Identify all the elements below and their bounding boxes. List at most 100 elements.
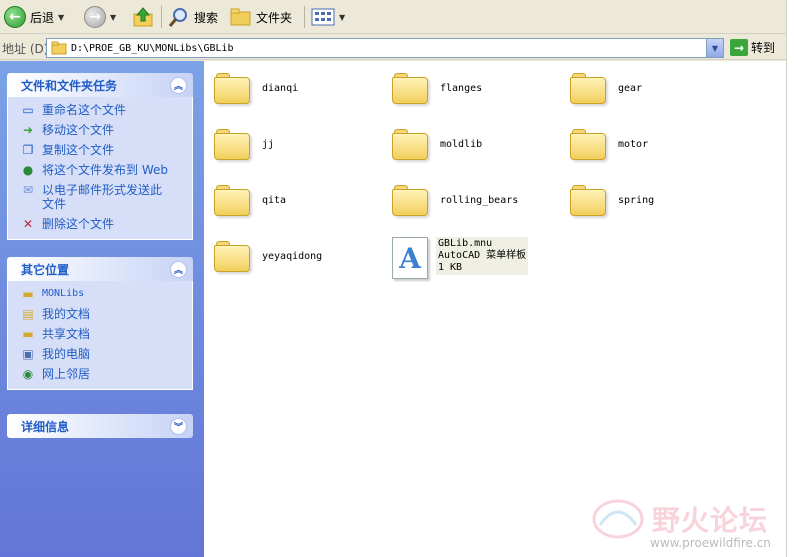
- folder-item[interactable]: gear: [570, 71, 642, 105]
- folders-label: 文件夹: [256, 10, 293, 25]
- task-label: 将这个文件发布到 Web: [42, 163, 168, 177]
- file-tasks-body: ▭ 重命名这个文件 ➜ 移动这个文件 ❐ 复制这个文件 ● 将这个文件发布到 W…: [7, 97, 193, 240]
- forward-dropdown-icon[interactable]: ▼: [110, 13, 116, 22]
- place-monlibs[interactable]: ▬ MONLibs: [20, 287, 192, 301]
- folder-icon: [214, 239, 252, 273]
- back-dropdown-icon[interactable]: ▼: [58, 13, 64, 22]
- file-tasks-panel: 文件和文件夹任务 ︽ ▭ 重命名这个文件 ➜ 移动这个文件 ❐ 复制这个文件 ●…: [7, 73, 193, 240]
- up-folder-button[interactable]: [132, 3, 156, 31]
- file-item-selected[interactable]: A GBLib.mnu AutoCAD 菜单样板 1 KB: [392, 237, 529, 279]
- folder-item[interactable]: flanges: [392, 71, 482, 105]
- network-icon: ◉: [22, 367, 34, 381]
- task-label: 复制这个文件: [42, 143, 115, 157]
- folder-name: gear: [618, 82, 643, 94]
- back-arrow-icon: ←: [4, 6, 26, 28]
- file-name: GBLib.mnu: [438, 238, 493, 249]
- expand-chevron-icon[interactable]: ︾: [170, 417, 187, 435]
- back-button[interactable]: ← 后退 ▼: [4, 3, 64, 31]
- task-copy[interactable]: ❐ 复制这个文件: [20, 143, 192, 157]
- forward-button[interactable]: → ▼: [84, 3, 116, 31]
- folders-button[interactable]: 文件夹: [230, 3, 292, 31]
- file-tasks-title: 文件和文件夹任务: [21, 78, 118, 93]
- task-email[interactable]: ✉ 以电子邮件形式发送此文件: [20, 183, 192, 211]
- views-icon: [311, 8, 335, 26]
- move-icon: ➜: [22, 123, 34, 137]
- address-input[interactable]: D:\PROE_GB_KU\MONLibs\GBLib ▼: [46, 38, 724, 58]
- details-header[interactable]: 详细信息 ︾: [7, 414, 193, 438]
- address-path: D:\PROE_GB_KU\MONLibs\GBLib: [71, 42, 234, 54]
- folder-item[interactable]: dianqi: [214, 71, 298, 105]
- folder-item[interactable]: rolling_bears: [392, 183, 518, 217]
- documents-folder-icon: ▤: [22, 307, 34, 321]
- folder-item[interactable]: spring: [570, 183, 654, 217]
- file-info: GBLib.mnu AutoCAD 菜单样板 1 KB: [436, 237, 529, 275]
- task-publish-web[interactable]: ● 将这个文件发布到 Web: [20, 163, 192, 177]
- folder-icon: [570, 127, 608, 161]
- folder-name: jj: [262, 138, 275, 150]
- place-my-computer[interactable]: ▣ 我的电脑: [20, 347, 192, 361]
- task-label: 删除这个文件: [42, 217, 115, 231]
- folder-name: motor: [618, 138, 649, 150]
- toolbar: ← 后退 ▼ → ▼ 搜索 文件夹 ▼: [0, 0, 788, 34]
- folder-item[interactable]: moldlib: [392, 127, 482, 161]
- computer-icon: ▣: [22, 347, 34, 361]
- place-network[interactable]: ◉ 网上邻居: [20, 367, 192, 381]
- folder-item[interactable]: motor: [570, 127, 648, 161]
- folder-name: spring: [618, 194, 655, 206]
- place-label: 共享文档: [42, 327, 91, 341]
- shared-folder-icon: ▬: [22, 327, 34, 341]
- folder-icon: [214, 183, 252, 217]
- task-delete[interactable]: ✕ 删除这个文件: [20, 217, 192, 231]
- address-dropdown-icon[interactable]: ▼: [706, 39, 723, 57]
- folder-name: moldlib: [440, 138, 483, 150]
- copy-icon: ❐: [22, 143, 34, 157]
- go-button[interactable]: → 转到: [730, 39, 775, 56]
- file-list: dianqi flanges gear jj moldlib motor qit…: [204, 61, 786, 557]
- folder-icon: [570, 71, 608, 105]
- folders-icon: [230, 8, 251, 26]
- forward-arrow-icon: →: [84, 6, 106, 28]
- folder-name: qita: [262, 194, 287, 206]
- folder-name: flanges: [440, 82, 483, 94]
- views-dropdown-icon[interactable]: ▼: [339, 13, 345, 22]
- other-places-body: ▬ MONLibs ▤ 我的文档 ▬ 共享文档 ▣ 我的电脑 ◉ 网上邻居: [7, 281, 193, 390]
- folder-item[interactable]: yeyaqidong: [214, 239, 322, 273]
- collapse-chevron-icon[interactable]: ︽: [170, 76, 187, 94]
- task-pane: 文件和文件夹任务 ︽ ▭ 重命名这个文件 ➜ 移动这个文件 ❐ 复制这个文件 ●…: [0, 61, 204, 557]
- views-button[interactable]: ▼: [311, 3, 345, 31]
- place-shared-documents[interactable]: ▬ 共享文档: [20, 327, 192, 341]
- go-label: 转到: [751, 41, 776, 55]
- details-title: 详细信息: [21, 419, 70, 434]
- task-label: 移动这个文件: [42, 123, 115, 137]
- search-button[interactable]: 搜索: [168, 3, 218, 31]
- place-label: MONLibs: [42, 288, 85, 299]
- folder-icon: [214, 127, 252, 161]
- autocad-file-icon: A: [392, 237, 428, 279]
- place-label: 我的电脑: [42, 347, 91, 361]
- folder-icon: [214, 71, 252, 105]
- other-places-panel: 其它位置 ︽ ▬ MONLibs ▤ 我的文档 ▬ 共享文档 ▣ 我的电脑 ◉ …: [7, 257, 193, 390]
- file-type: AutoCAD 菜单样板: [438, 250, 527, 261]
- folder-name: yeyaqidong: [262, 250, 323, 262]
- collapse-chevron-icon[interactable]: ︽: [170, 260, 187, 278]
- task-move[interactable]: ➜ 移动这个文件: [20, 123, 192, 137]
- task-rename[interactable]: ▭ 重命名这个文件: [20, 103, 192, 117]
- go-arrow-icon: →: [730, 39, 748, 56]
- file-tasks-header[interactable]: 文件和文件夹任务 ︽: [7, 73, 193, 97]
- other-places-header[interactable]: 其它位置 ︽: [7, 257, 193, 281]
- search-icon: [168, 8, 187, 27]
- address-bar: 地址 (D) D:\PROE_GB_KU\MONLibs\GBLib ▼ → 转…: [0, 36, 788, 60]
- toolbar-separator: [304, 6, 305, 28]
- back-label: 后退: [30, 10, 55, 25]
- place-my-documents[interactable]: ▤ 我的文档: [20, 307, 192, 321]
- file-size: 1 KB: [438, 262, 463, 273]
- details-panel: 详细信息 ︾: [7, 414, 193, 438]
- folder-icon: [392, 183, 430, 217]
- folder-item[interactable]: qita: [214, 183, 286, 217]
- folder-icon: [392, 71, 430, 105]
- folder-icon: [392, 127, 430, 161]
- watermark-logo-icon: [592, 499, 644, 539]
- folder-icon: [51, 41, 67, 55]
- folder-item[interactable]: jj: [214, 127, 274, 161]
- search-label: 搜索: [194, 10, 219, 25]
